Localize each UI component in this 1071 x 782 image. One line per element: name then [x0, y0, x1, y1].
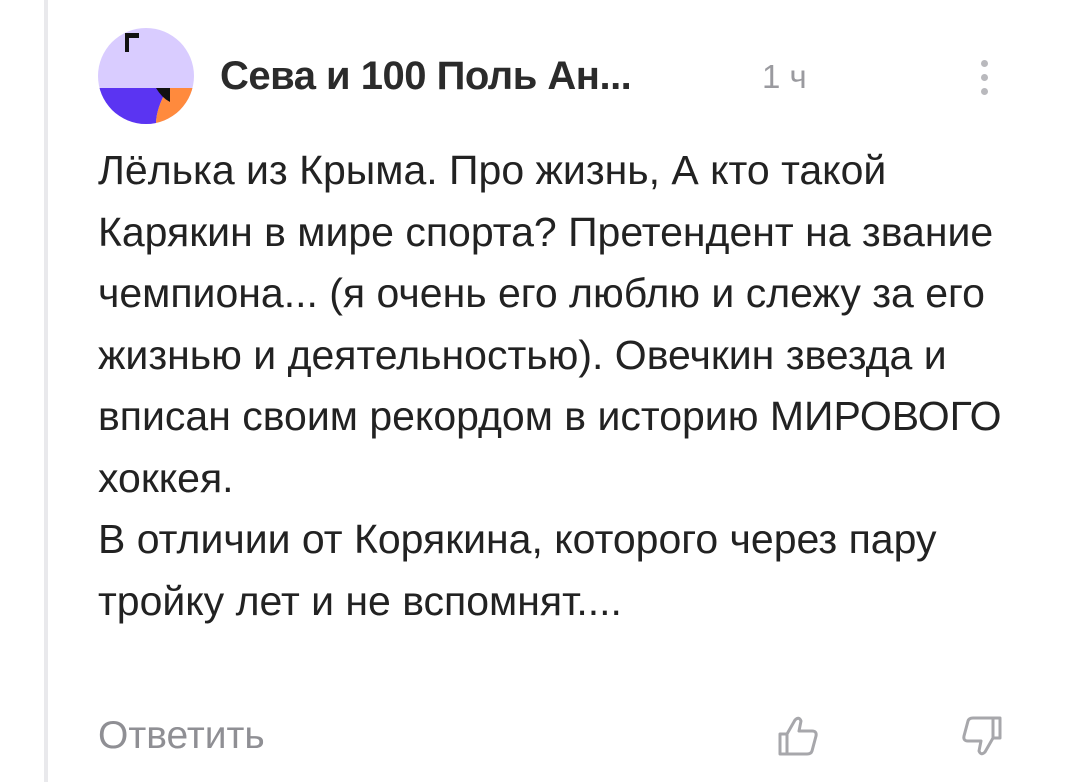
- more-dot: [981, 60, 988, 67]
- comment-time: 1 ч: [762, 58, 807, 95]
- comment-text: Лёлька из Крыма. Про жизнь, А кто такой …: [98, 147, 1002, 624]
- more-vertical-icon[interactable]: [970, 58, 1000, 98]
- author-name[interactable]: Сева и 100 Поль Ан...: [220, 54, 632, 99]
- avatar-logo-icon[interactable]: [98, 28, 194, 124]
- more-dot: [981, 88, 988, 95]
- thumbs-down-icon[interactable]: [958, 712, 1006, 760]
- reply-button[interactable]: Ответить: [98, 714, 265, 758]
- thread-line: [44, 0, 48, 782]
- more-dot: [981, 74, 988, 81]
- comment-header: Сева и 100 Поль Ан... 1 ч: [98, 28, 1028, 128]
- comment: Сева и 100 Поль Ан... 1 ч Лёлька из Крым…: [98, 28, 1028, 757]
- thumbs-up-icon[interactable]: [774, 712, 822, 760]
- comment-footer: Ответить: [98, 706, 1028, 766]
